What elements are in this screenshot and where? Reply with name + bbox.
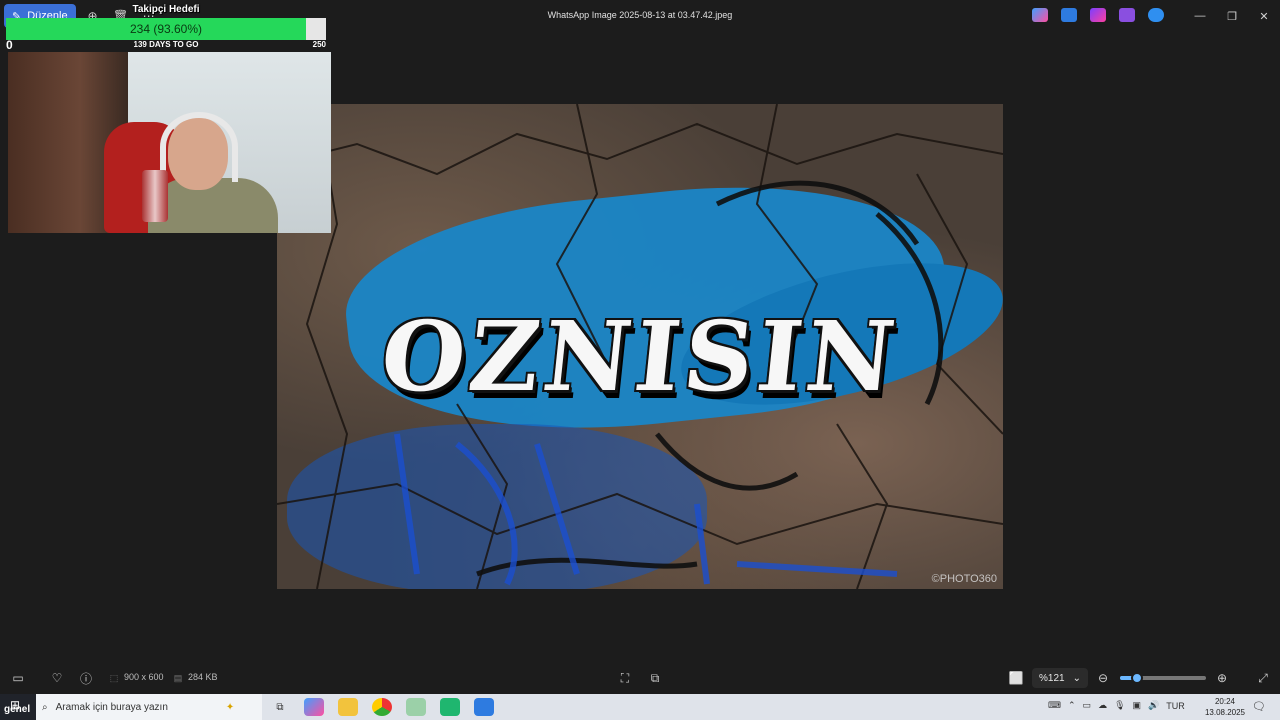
webcam-can: [142, 170, 168, 222]
start-button[interactable]: ⊞ genel: [0, 694, 36, 720]
search-icon: ⌕: [42, 701, 48, 713]
onedrive-icon[interactable]: [1148, 8, 1164, 22]
webcam-overlay: [8, 52, 331, 233]
photo-watermark: ©PHOTO360: [931, 573, 997, 585]
clock-time: 20:24: [1214, 697, 1236, 706]
file-size: 284 KB: [188, 672, 218, 682]
goal-progress-bar: 234 (93.60%): [6, 18, 326, 40]
photos-app-icon[interactable]: [474, 698, 494, 716]
chrome-icon[interactable]: [372, 698, 392, 716]
clock-date: 13.08.2025: [1204, 708, 1246, 717]
image-dimensions: 900 x 600: [124, 672, 164, 682]
zoom-in-icon[interactable]: ⊕: [1208, 664, 1236, 692]
spotify-like-icon[interactable]: [440, 698, 460, 716]
enhance-icon[interactable]: ⧉: [641, 664, 669, 692]
copilot-app-icon[interactable]: [304, 698, 324, 716]
keyboard-icon[interactable]: ⌨: [1048, 700, 1061, 711]
zoom-level-dropdown[interactable]: %121 ⌄: [1032, 668, 1088, 688]
close-button[interactable]: ✕: [1248, 0, 1280, 32]
fullscreen-icon[interactable]: ⤢: [1249, 664, 1277, 692]
goal-days-remaining: 139 DAYS TO GO: [133, 40, 199, 49]
taskbar-search[interactable]: ⌕ Aramak için buraya yazın ✦: [36, 694, 262, 720]
sparkle-icon: ✦: [225, 701, 235, 713]
copilot-icon[interactable]: [1032, 8, 1048, 22]
volume-icon[interactable]: 🔊: [1148, 700, 1159, 711]
minimize-button[interactable]: —: [1184, 0, 1216, 32]
taskbar-label: genel: [4, 704, 31, 715]
photos-app-window: ✎ Düzenle ⊕ 🗑 ⋯ WhatsApp Image 2025-08-1…: [0, 0, 1280, 694]
follower-goal-widget: Takipçi Hedefi 234 (93.60%) 0 139 DAYS T…: [4, 4, 328, 52]
designer-icon[interactable]: [1119, 8, 1135, 22]
microphone-icon[interactable]: 🎙: [1114, 700, 1125, 711]
notification-icon[interactable]: 🗨: [1252, 700, 1266, 713]
cloud-icon[interactable]: ☁: [1098, 700, 1107, 711]
displayed-photo[interactable]: OZNISIN ©PHOTO360: [277, 104, 1003, 589]
taskbar-apps: ⧉: [270, 698, 494, 716]
chevron-down-icon: ⌄: [1072, 672, 1081, 684]
chevron-up-icon[interactable]: ⌃: [1068, 700, 1076, 711]
zoom-slider-thumb[interactable]: [1131, 672, 1144, 684]
battery-icon[interactable]: ▭: [1083, 700, 1092, 711]
search-placeholder: Aramak için buraya yazın: [55, 701, 168, 713]
task-view-icon[interactable]: ⧉: [270, 698, 290, 716]
taskbar-clock[interactable]: 20:24 13.08.2025: [1200, 696, 1250, 718]
network-icon[interactable]: ▣: [1133, 700, 1142, 711]
zoom-level-value: %121: [1039, 672, 1065, 684]
windows-taskbar: ⊞ genel ⌕ Aramak için buraya yazın ✦ ⧉ ⌨…: [0, 694, 1280, 720]
system-tray: ⌨ ⌃ ▭ ☁ 🎙 ▣ 🔊 TUR: [1048, 700, 1185, 711]
clipchamp-icon[interactable]: [1090, 8, 1106, 22]
info-icon[interactable]: ⓘ: [72, 664, 100, 692]
zoom-slider[interactable]: [1120, 672, 1206, 684]
graffiti-text: OZNISIN: [375, 300, 905, 413]
goal-title: Takipçi Hedefi: [132, 4, 200, 15]
notepad-icon[interactable]: [406, 698, 426, 716]
headset-icon: [160, 112, 238, 182]
file-explorer-icon[interactable]: [338, 698, 358, 716]
filmstrip-icon[interactable]: ▭: [4, 664, 32, 692]
zoom-out-icon[interactable]: ⊖: [1089, 664, 1117, 692]
fit-to-window-icon[interactable]: ⬜: [1002, 664, 1030, 692]
crop-icon[interactable]: ⛶: [611, 664, 639, 692]
favorite-heart-icon[interactable]: ♡: [43, 664, 71, 692]
goal-progress-text: 234 (93.60%): [129, 22, 203, 36]
language-indicator[interactable]: TUR: [1166, 701, 1185, 711]
bottom-status-bar: ▭ ♡ ⓘ ⬚ 900 x 600 ▤ 284 KB ⛶ ⧉ ⬜ %121 ⌄ …: [0, 662, 1280, 694]
title-bar-app-shortcuts: [1032, 8, 1164, 22]
window-controls: — ❐ ✕: [1184, 0, 1280, 32]
maximize-button[interactable]: ❐: [1216, 0, 1248, 32]
paint-icon[interactable]: [1061, 8, 1077, 22]
goal-max: 250: [312, 40, 326, 49]
